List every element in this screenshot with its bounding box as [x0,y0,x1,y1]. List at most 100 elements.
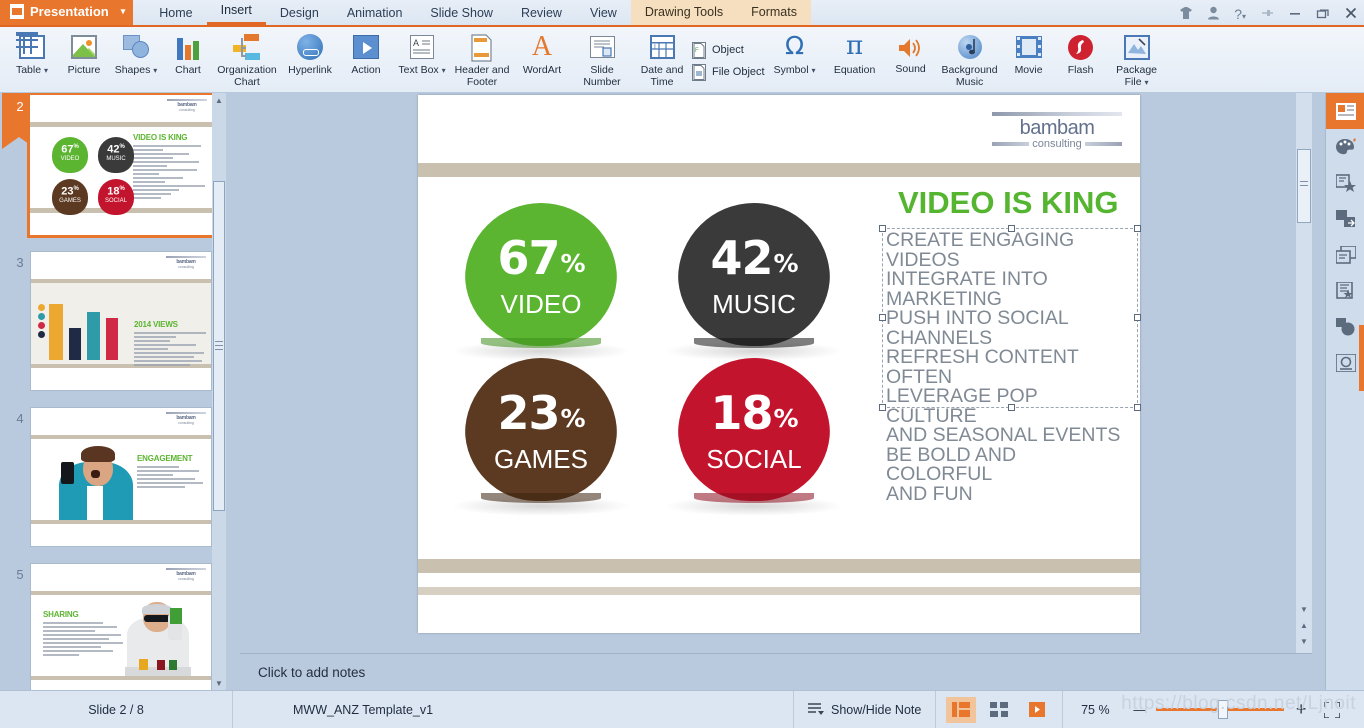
ribbon-chart-button[interactable]: Chart [162,27,214,91]
skin-icon[interactable] [1179,6,1193,22]
tab-slide-show[interactable]: Slide Show [416,0,507,25]
stat-circle-music[interactable]: 42% MUSIC [678,203,830,355]
app-menu-caret-icon[interactable]: ▾ [121,6,126,17]
stat-label-music: MUSIC [678,291,830,317]
resize-handle-n[interactable] [1008,225,1015,232]
equation-icon: π [839,32,871,62]
sound-icon [896,35,926,61]
fit-to-window-icon[interactable] [1314,691,1350,728]
transition-icon[interactable] [1326,201,1364,237]
slideshow-button[interactable] [1022,697,1052,723]
scroll-up-arrow-icon[interactable]: ▲ [212,93,226,107]
ribbon-header-footer-button[interactable]: Header and Footer [452,27,512,91]
slide-body-text[interactable]: CREATE ENGAGING VIDEOS INTEGRATE INTO MA… [886,231,1120,504]
object-group: F Object File Object [692,27,765,91]
ribbon-hyperlink-button[interactable]: Hyperlink [280,27,340,91]
show-hide-note-button[interactable]: Show/Hide Note [794,691,935,728]
ribbon-wordart-button[interactable]: A WordArt [512,27,572,91]
animation-star-icon[interactable] [1326,165,1364,201]
thumbnail-image[interactable]: bambamconsulting ENGAGEMENT [30,407,212,547]
slide-title[interactable]: VIDEO IS KING [898,185,1118,221]
hyperlink-icon [294,32,326,62]
title-bar: Presentation ▾ Home Insert Design Animat… [0,0,1364,27]
stat-circle-games[interactable]: 23% GAMES [465,358,617,510]
slide-edit-area: bambam consulting VIDEO IS KING CREATE E… [240,93,1312,653]
pin-ribbon-icon[interactable] [1260,6,1274,22]
resize-handle-sw[interactable] [879,404,886,411]
stat-value-games: 23% [465,390,617,436]
resize-handle-ne[interactable] [1134,225,1141,232]
tab-formats[interactable]: Formats [737,0,811,25]
tab-drawing-tools[interactable]: Drawing Tools [631,0,737,25]
svg-text:A: A [413,38,419,48]
tab-animation[interactable]: Animation [333,0,417,25]
tab-view[interactable]: View [576,0,631,25]
app-menu-button[interactable]: Presentation ▾ [0,0,133,25]
zoom-slider[interactable] [1152,691,1288,728]
ribbon-file-object-button[interactable]: File Object [692,64,765,81]
file-object-icon [692,64,706,81]
close-button[interactable] [1344,7,1358,21]
stat-circle-video[interactable]: 67% VIDEO [465,203,617,355]
normal-view-button[interactable] [946,697,976,723]
ribbon-organization-chart-button[interactable]: Organization Chart [214,27,280,91]
slide-layout-icon[interactable] [1326,93,1364,129]
notes-placeholder[interactable]: Click to add notes [258,665,365,680]
stat-circle-social[interactable]: 18% SOCIAL [678,358,830,510]
ribbon-sound-button[interactable]: Sound [885,27,937,91]
slide-vertical-scrollbar[interactable]: ▼ ▲ ▼ [1296,93,1312,653]
shapes-icon [120,32,152,62]
scroll-down-arrow-icon[interactable]: ▼ [1298,603,1310,615]
previous-slide-button[interactable]: ▲ [1298,619,1310,631]
scroll-down-arrow-icon[interactable]: ▼ [212,676,226,690]
body-textbox-selection[interactable]: CREATE ENGAGING VIDEOS INTEGRATE INTO MA… [882,228,1138,408]
ribbon-equation-button[interactable]: π Equation [825,27,885,91]
ribbon-action-button[interactable]: Action [340,27,392,91]
thumbnail-image[interactable]: bambamconsulting 2014 VIEWS [30,251,212,391]
design-star-icon[interactable] [1326,273,1364,309]
resize-handle-e[interactable] [1134,314,1141,321]
status-bar: Slide 2 / 8 MWW_ANZ Template_v1 Show/Hid… [0,690,1364,728]
scrollbar-thumb[interactable] [213,181,225,511]
ribbon-picture-button[interactable]: Picture [58,27,110,91]
minimize-button[interactable] [1288,7,1302,21]
resize-handle-s[interactable] [1008,404,1015,411]
user-account-icon[interactable] [1207,6,1220,22]
zoom-in-button[interactable]: + [1288,691,1315,728]
zoom-level-label[interactable]: 75 % [1063,691,1127,728]
ribbon-object-button[interactable]: F Object [692,42,765,59]
resize-handle-w[interactable] [879,314,886,321]
ribbon-symbol-button[interactable]: Ω Symbol ▾ [765,27,825,91]
help-icon[interactable]: ?▾ [1234,7,1246,21]
slide-thumbnail-panel[interactable]: 2 bambamconsulting VIDEO IS KING [0,93,226,690]
ribbon-flash-button[interactable]: Flash [1055,27,1107,91]
ribbon-shapes-button[interactable]: Shapes ▾ [110,27,162,91]
scrollbar-thumb[interactable] [1297,149,1311,223]
thumbnail-image[interactable]: bambamconsulting VIDEO IS KING 67%VI [30,95,212,235]
zoom-out-button[interactable]: — [1127,691,1152,728]
thumbnail-scrollbar[interactable]: ▲ ▼ [212,93,226,690]
ribbon-slide-number-button[interactable]: Slide Number [572,27,632,91]
thumbnail-image[interactable]: bambamconsulting [30,563,212,690]
ribbon-date-time-button[interactable]: L Date and Time [632,27,692,91]
ribbon-movie-button[interactable]: Movie [1003,27,1055,91]
slide-canvas[interactable]: bambam consulting VIDEO IS KING CREATE E… [418,95,1140,633]
restore-button[interactable] [1316,7,1330,21]
svg-text:F: F [695,48,699,54]
ribbon-background-music-button[interactable]: Background Music [937,27,1003,91]
tab-insert[interactable]: Insert [207,0,266,25]
ribbon-table-button[interactable]: Table ▾ [6,27,58,91]
tab-review[interactable]: Review [507,0,576,25]
resize-handle-nw[interactable] [879,225,886,232]
tab-design[interactable]: Design [266,0,333,25]
ribbon-package-file-button[interactable]: Package File ▾ [1107,27,1167,91]
slide-stack-icon[interactable] [1326,237,1364,273]
slide-sorter-button[interactable] [984,697,1014,723]
tab-home[interactable]: Home [145,0,206,25]
ribbon-text-box-button[interactable]: A Text Box ▾ [392,27,452,91]
zoom-slider-knob[interactable] [1218,700,1228,719]
next-slide-button[interactable]: ▼ [1298,635,1310,647]
resize-handle-se[interactable] [1134,404,1141,411]
palette-icon[interactable] [1326,129,1364,165]
notes-pane[interactable]: Click to add notes [240,653,1312,690]
